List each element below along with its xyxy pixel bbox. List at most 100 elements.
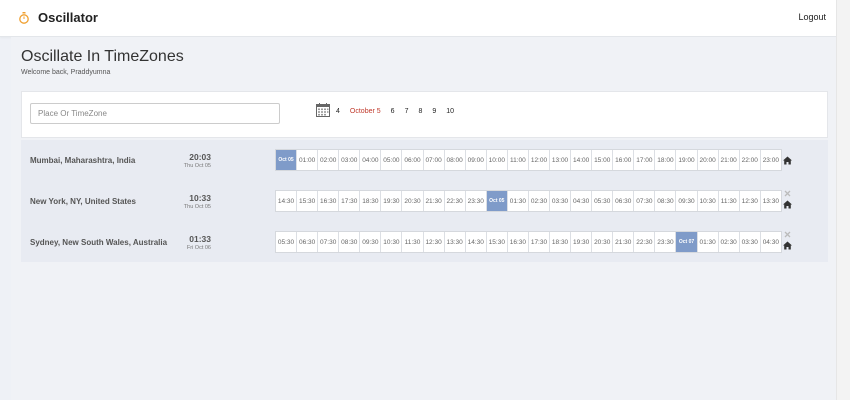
hour-cell[interactable]: 23:00	[761, 150, 781, 170]
hour-cell[interactable]: 22:30	[634, 232, 656, 252]
hour-cell[interactable]: 06:30	[297, 232, 319, 252]
hour-cell[interactable]: 04:30	[571, 191, 593, 211]
timezone-name: Sydney, New South Wales, Australia	[30, 238, 168, 247]
date-option[interactable]: 6	[391, 108, 395, 120]
hour-cell[interactable]: 11:00	[508, 150, 529, 170]
hour-cell[interactable]: 03:30	[550, 191, 572, 211]
hour-cell[interactable]: 07:00	[424, 150, 445, 170]
date-option[interactable]: October 5	[350, 108, 381, 120]
date-option[interactable]: 10	[446, 108, 454, 120]
home-icon[interactable]	[783, 156, 792, 165]
hour-cell[interactable]: 02:00	[318, 150, 340, 170]
hour-cell[interactable]: 03:30	[740, 232, 761, 252]
hour-cell[interactable]: 22:00	[740, 150, 761, 170]
page-scrollbar[interactable]	[836, 0, 850, 400]
logout-link[interactable]: Logout	[798, 12, 826, 22]
hour-cell[interactable]: 07:30	[634, 191, 656, 211]
hour-cell[interactable]: 13:30	[761, 191, 781, 211]
hour-cell[interactable]: 16:00	[613, 150, 635, 170]
timezone-name: Mumbai, Maharashtra, India	[30, 156, 136, 165]
hour-cell[interactable]: 19:00	[676, 150, 698, 170]
hour-cell[interactable]: 19:30	[381, 191, 403, 211]
place-timezone-search-input[interactable]	[30, 103, 280, 124]
hour-cell[interactable]: 10:00	[487, 150, 508, 170]
hour-cell[interactable]: 19:30	[571, 232, 593, 252]
home-icon[interactable]	[783, 200, 792, 209]
timezone-row: Sydney, New South Wales, Australia 01:33 F…	[21, 222, 828, 262]
hour-cell[interactable]: 12:30	[424, 232, 445, 252]
app-brand-name[interactable]: Oscillator	[38, 10, 98, 25]
hour-cell[interactable]: 01:30	[508, 191, 529, 211]
hour-cell[interactable]: 09:00	[466, 150, 487, 170]
timezone-row: Mumbai, Maharashtra, India 20:03 Thu Oct 0…	[21, 140, 828, 180]
hour-cell[interactable]: 08:00	[445, 150, 466, 170]
close-icon[interactable]	[784, 231, 791, 238]
day-marker-cell[interactable]: Oct 05	[486, 191, 508, 211]
hour-cell[interactable]: 20:30	[592, 232, 614, 252]
hour-cell[interactable]: 17:30	[529, 232, 551, 252]
date-option[interactable]: 9	[432, 108, 436, 120]
date-option[interactable]: 4	[336, 108, 340, 120]
hour-cell[interactable]: 16:30	[318, 191, 340, 211]
date-option[interactable]: 7	[405, 108, 409, 120]
hour-cell[interactable]: 11:30	[402, 232, 424, 252]
hour-cell[interactable]: 04:30	[761, 232, 781, 252]
hour-cell[interactable]: 15:30	[297, 191, 319, 211]
hour-cell[interactable]: 09:30	[360, 232, 382, 252]
timezone-list: Mumbai, Maharashtra, India 20:03 Thu Oct 0…	[21, 140, 828, 262]
hour-cell[interactable]: 15:30	[487, 232, 508, 252]
calendar-icon[interactable]	[316, 103, 330, 117]
hour-cell[interactable]: 10:30	[381, 232, 403, 252]
hour-cell[interactable]: 18:30	[550, 232, 572, 252]
timezone-current-date: Thu Oct 05	[183, 163, 211, 169]
hour-cell[interactable]: 18:30	[360, 191, 382, 211]
hour-cell[interactable]: 17:30	[339, 191, 361, 211]
hour-cell[interactable]: 17:00	[634, 150, 656, 170]
home-icon[interactable]	[783, 241, 792, 250]
hour-cell[interactable]: 08:30	[655, 191, 677, 211]
hour-cell[interactable]: 16:30	[508, 232, 529, 252]
day-marker-cell[interactable]: Oct 05	[276, 150, 298, 170]
hour-cell[interactable]: 21:30	[613, 232, 635, 252]
date-option[interactable]: 8	[418, 108, 422, 120]
hour-cell[interactable]: 03:00	[339, 150, 361, 170]
hour-cell[interactable]: 10:30	[698, 191, 719, 211]
hour-cell[interactable]: 13:00	[550, 150, 572, 170]
hour-cell[interactable]: 22:30	[445, 191, 466, 211]
hour-cell[interactable]: 21:30	[424, 191, 445, 211]
hour-cell[interactable]: 14:30	[466, 232, 487, 252]
hour-cell[interactable]: 11:30	[719, 191, 740, 211]
hour-cell[interactable]: 06:30	[613, 191, 635, 211]
hour-cell[interactable]: 20:30	[402, 191, 424, 211]
hour-cell[interactable]: 06:00	[402, 150, 424, 170]
hour-cell[interactable]: 12:30	[740, 191, 761, 211]
hour-cell[interactable]: 14:30	[276, 191, 298, 211]
hour-cell[interactable]: 18:00	[655, 150, 677, 170]
hour-cell[interactable]: 07:30	[318, 232, 340, 252]
hour-cell[interactable]: 23:30	[655, 232, 677, 252]
hour-cell[interactable]: 02:30	[529, 191, 551, 211]
hour-cell[interactable]: 21:00	[719, 150, 740, 170]
timezone-current-date: Thu Oct 05	[183, 204, 211, 210]
timezone-current-date: Fri Oct 06	[186, 245, 211, 251]
hour-cell[interactable]: 15:00	[592, 150, 614, 170]
hour-cell[interactable]: 20:00	[698, 150, 719, 170]
hour-cell[interactable]: 05:00	[381, 150, 403, 170]
hour-cell[interactable]: 08:30	[339, 232, 361, 252]
hour-cell[interactable]: 09:30	[676, 191, 698, 211]
hour-cell[interactable]: 23:30	[466, 191, 487, 211]
hour-cell[interactable]: 05:30	[592, 191, 614, 211]
hour-cell[interactable]: 12:00	[529, 150, 551, 170]
row-actions	[783, 222, 795, 262]
hour-cell[interactable]: 01:30	[698, 232, 719, 252]
hour-cell[interactable]: 13:30	[445, 232, 466, 252]
timezone-name: New York, NY, United States	[30, 197, 136, 206]
hour-cell[interactable]: 05:30	[276, 232, 298, 252]
day-marker-cell[interactable]: Oct 07	[676, 232, 698, 252]
close-icon[interactable]	[784, 190, 791, 197]
hour-cell[interactable]: 14:00	[571, 150, 593, 170]
hour-cell[interactable]: 01:00	[297, 150, 319, 170]
hour-cell[interactable]: 02:30	[719, 232, 740, 252]
hour-cell[interactable]: 04:00	[360, 150, 382, 170]
hour-strip: 05:30 06:30 07:30 08:30 09:30 10:30 11:30 12:30…	[275, 231, 782, 253]
